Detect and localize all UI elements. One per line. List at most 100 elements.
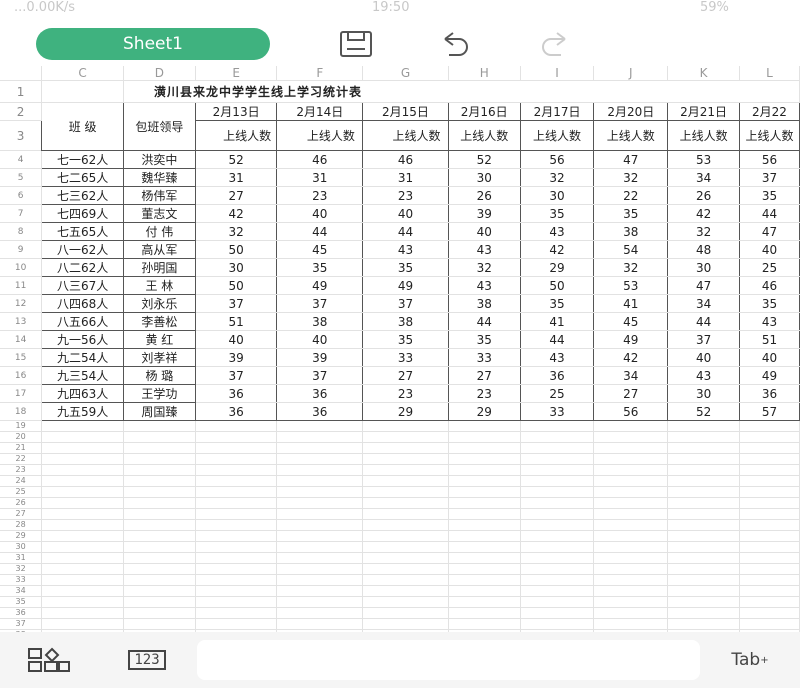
cell[interactable] — [362, 475, 449, 487]
value-cell[interactable]: 37 — [276, 294, 364, 313]
value-cell[interactable]: 30 — [194, 258, 278, 277]
header-date[interactable]: 2月13日 — [194, 102, 278, 121]
value-cell[interactable]: 38 — [276, 312, 364, 331]
cell[interactable] — [667, 486, 740, 498]
value-cell[interactable]: 40 — [276, 330, 364, 349]
leader-cell[interactable]: 周国臻 — [122, 402, 196, 421]
cell[interactable] — [667, 563, 740, 575]
cell[interactable] — [520, 420, 595, 432]
row-header[interactable]: 32 — [0, 563, 43, 575]
cell[interactable] — [276, 574, 364, 586]
value-cell[interactable]: 56 — [593, 402, 669, 421]
leader-cell[interactable]: 黄 红 — [122, 330, 196, 349]
value-cell[interactable]: 29 — [362, 402, 449, 421]
value-cell[interactable]: 29 — [519, 258, 595, 277]
cell[interactable] — [276, 585, 364, 597]
layout-button[interactable] — [26, 646, 72, 674]
value-cell[interactable]: 26 — [667, 186, 740, 205]
cell[interactable] — [195, 563, 278, 575]
value-cell[interactable]: 35 — [362, 258, 449, 277]
cell[interactable] — [667, 607, 740, 619]
cell[interactable] — [448, 563, 521, 575]
value-cell[interactable]: 40 — [738, 240, 800, 259]
cell[interactable] — [41, 552, 124, 564]
value-cell[interactable]: 27 — [194, 186, 278, 205]
cell[interactable] — [276, 541, 364, 553]
value-cell[interactable]: 30 — [667, 258, 740, 277]
cell[interactable] — [593, 453, 669, 465]
row-header[interactable]: 29 — [0, 530, 43, 542]
value-cell[interactable]: 40 — [194, 330, 278, 349]
row-header[interactable]: 25 — [0, 486, 43, 498]
cell[interactable] — [41, 442, 124, 454]
cell[interactable] — [667, 475, 740, 487]
corner-cell[interactable] — [0, 66, 43, 81]
col-header-h[interactable]: H — [448, 66, 521, 81]
leader-cell[interactable]: 董志文 — [122, 204, 196, 223]
value-cell[interactable]: 37 — [276, 366, 364, 385]
cell[interactable] — [448, 574, 521, 586]
cell[interactable] — [448, 453, 521, 465]
value-cell[interactable]: 22 — [593, 186, 669, 205]
row-header[interactable]: 24 — [0, 475, 43, 487]
class-cell[interactable]: 七一62人 — [41, 150, 124, 169]
header-online-count[interactable]: 上线人数 — [519, 120, 595, 151]
col-header-k[interactable]: K — [667, 66, 740, 81]
cell[interactable] — [362, 596, 449, 608]
cell[interactable] — [593, 596, 669, 608]
value-cell[interactable]: 47 — [667, 276, 740, 295]
value-cell[interactable]: 36 — [519, 366, 595, 385]
header-date[interactable]: 2月20日 — [593, 102, 669, 121]
header-date[interactable]: 2月21日 — [667, 102, 740, 121]
cell[interactable] — [667, 530, 740, 542]
cell[interactable] — [520, 563, 595, 575]
header-date[interactable]: 2月16日 — [447, 102, 521, 121]
class-cell[interactable]: 九一56人 — [41, 330, 124, 349]
header-online-count[interactable]: 上线人数 — [362, 120, 449, 151]
value-cell[interactable]: 31 — [276, 168, 364, 187]
value-cell[interactable]: 31 — [362, 168, 449, 187]
row-header[interactable]: 28 — [0, 519, 43, 531]
cell[interactable] — [593, 464, 669, 476]
row-header[interactable]: 5 — [0, 168, 43, 187]
cell[interactable] — [593, 552, 669, 564]
row-header[interactable]: 14 — [0, 330, 43, 349]
row-header[interactable]: 17 — [0, 384, 43, 403]
cell[interactable] — [667, 497, 740, 509]
cell[interactable] — [123, 464, 196, 476]
row-header[interactable]: 4 — [0, 150, 43, 169]
value-cell[interactable]: 46 — [362, 150, 449, 169]
value-cell[interactable]: 37 — [194, 294, 278, 313]
value-cell[interactable]: 30 — [447, 168, 521, 187]
cell[interactable] — [739, 596, 800, 608]
col-header-d[interactable]: D — [123, 66, 196, 81]
cell[interactable] — [448, 508, 521, 520]
leader-cell[interactable]: 洪奕中 — [122, 150, 196, 169]
cell[interactable] — [520, 508, 595, 520]
cell[interactable] — [276, 563, 364, 575]
cell[interactable] — [593, 508, 669, 520]
value-cell[interactable]: 35 — [276, 258, 364, 277]
row-header[interactable]: 16 — [0, 366, 43, 385]
value-cell[interactable]: 30 — [667, 384, 740, 403]
class-cell[interactable]: 九四63人 — [41, 384, 124, 403]
class-cell[interactable]: 九五59人 — [41, 402, 124, 421]
cell[interactable] — [739, 431, 800, 443]
value-cell[interactable]: 44 — [667, 312, 740, 331]
cell[interactable] — [448, 618, 521, 630]
cell[interactable] — [667, 585, 740, 597]
cell[interactable] — [448, 420, 521, 432]
cell[interactable] — [739, 541, 800, 553]
value-cell[interactable]: 23 — [276, 186, 364, 205]
sheet-title[interactable]: 潢川县来龙中学学生线上学习统计表 — [123, 80, 800, 103]
cell[interactable] — [123, 585, 196, 597]
cell[interactable] — [362, 574, 449, 586]
row-header[interactable]: 2 — [0, 102, 43, 121]
cell[interactable] — [448, 519, 521, 531]
cell[interactable] — [448, 585, 521, 597]
row-header[interactable]: 23 — [0, 464, 43, 476]
value-cell[interactable]: 39 — [447, 204, 521, 223]
cell-input-field[interactable] — [197, 640, 700, 680]
row-header[interactable]: 20 — [0, 431, 43, 443]
cell[interactable] — [362, 431, 449, 443]
